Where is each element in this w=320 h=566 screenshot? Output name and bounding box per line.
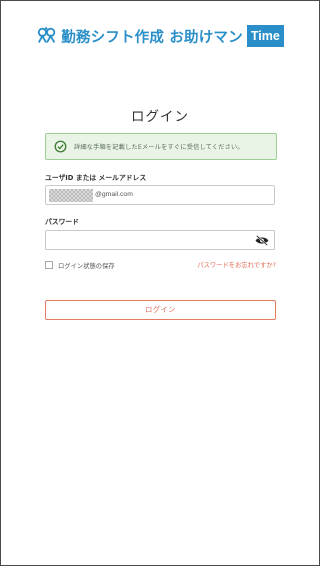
brand-name: 勤務シフト作成 お助けマン (61, 29, 243, 46)
app-header: 勤務シフト作成 お助けマン Time (1, 23, 319, 49)
login-screen: 勤務シフト作成 お助けマン Time ログイン 詳細な手順を記載したEメールをす… (0, 0, 320, 566)
forgot-password-link[interactable]: パスワードをお忘れですか? (193, 260, 276, 269)
redacted-email-prefix (49, 189, 93, 202)
login-button-label: ログイン (145, 305, 176, 314)
page-title: ログイン (131, 109, 189, 125)
remember-checkbox[interactable] (45, 261, 53, 269)
user-field-label: ユーザID または メールアドレス (45, 174, 147, 182)
remember-label: ログイン状態の保存 (58, 262, 115, 270)
check-circle-icon (54, 140, 67, 153)
eye-slash-icon[interactable] (255, 235, 269, 246)
password-field-label: パスワード (45, 218, 79, 226)
login-button[interactable]: ログイン (45, 300, 276, 320)
remember-me[interactable]: ログイン状態の保存 (45, 260, 115, 270)
password-input[interactable] (45, 230, 275, 250)
brand-badge: Time (246, 25, 284, 47)
email-value-suffix: @gmail.com (95, 191, 133, 198)
user-id-input[interactable]: @gmail.com (45, 185, 275, 205)
success-alert: 詳細な手順を記載したEメールをすぐに受信してください。 (45, 133, 277, 160)
alert-message: 詳細な手順を記載したEメールをすぐに受信してください。 (74, 144, 244, 151)
logo-icon (38, 26, 56, 43)
